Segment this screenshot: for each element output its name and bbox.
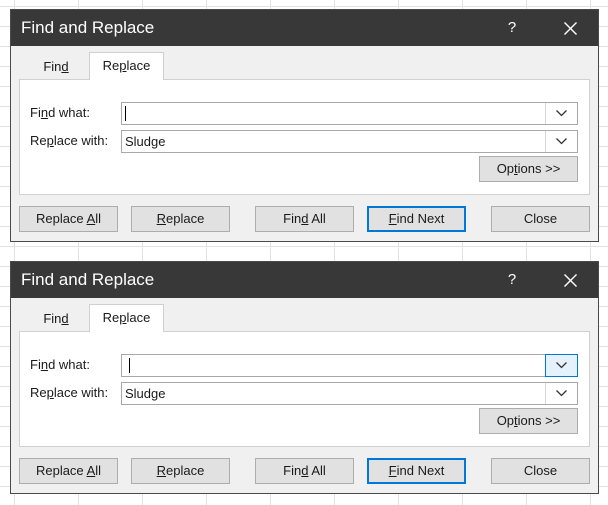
find-what-dropdown-button[interactable] bbox=[545, 354, 578, 377]
replace-all-button[interactable]: Replace All bbox=[19, 206, 118, 232]
replace-all-button[interactable]: Replace All bbox=[19, 458, 118, 484]
text-caret bbox=[125, 106, 126, 121]
replace-with-input[interactable]: Sludge bbox=[121, 130, 578, 153]
find-what-label-text: Fi bbox=[30, 357, 41, 372]
find-what-input[interactable] bbox=[121, 102, 578, 125]
tab-replace-label-rest: lace bbox=[126, 310, 151, 325]
options-label: Op bbox=[496, 161, 515, 176]
options-label-rest: ions >> bbox=[517, 161, 561, 176]
tab-replace-label: Re bbox=[102, 310, 120, 325]
tab-find-accesskey: d bbox=[61, 59, 69, 74]
chevron-down-icon bbox=[556, 362, 567, 369]
tab-find-label: Fin bbox=[43, 59, 62, 74]
replace-with-accesskey: p bbox=[46, 385, 54, 400]
find-all-button[interactable]: Find All bbox=[255, 206, 354, 232]
close-window-button[interactable] bbox=[556, 262, 584, 298]
tab-find[interactable]: Find bbox=[19, 306, 93, 331]
find-next-accesskey: F bbox=[388, 463, 397, 478]
find-what-label: Find what: bbox=[30, 105, 90, 121]
find-next-button[interactable]: Find Next bbox=[367, 458, 466, 484]
replace-with-accesskey: p bbox=[46, 133, 54, 148]
find-what-accesskey: n bbox=[40, 357, 49, 372]
find-next-accesskey: F bbox=[388, 211, 397, 226]
find-what-label-rest: d what: bbox=[48, 105, 90, 120]
options-label: Op bbox=[496, 413, 515, 428]
replace-with-label: Replace with: bbox=[30, 385, 108, 401]
find-next-label-rest: ind Next bbox=[396, 211, 445, 226]
find-all-label-rest: All bbox=[308, 211, 326, 226]
help-button[interactable]: ? bbox=[501, 262, 523, 298]
replace-with-label: Replace with: bbox=[30, 133, 108, 149]
dialog-title: Find and Replace bbox=[21, 18, 155, 37]
close-icon bbox=[564, 274, 577, 287]
replace-with-label-text: Re bbox=[30, 133, 47, 148]
find-what-label-text: Fi bbox=[30, 105, 41, 120]
options-button[interactable]: Options >> bbox=[479, 156, 578, 182]
replace-with-label-rest: lace with: bbox=[53, 133, 109, 148]
replace-all-label-rest: ll bbox=[95, 211, 102, 226]
tab-find-accesskey: d bbox=[61, 311, 69, 326]
close-label: Close bbox=[523, 463, 558, 478]
find-next-button[interactable]: Find Next bbox=[367, 206, 466, 232]
close-button[interactable]: Close bbox=[491, 458, 590, 484]
close-label: Close bbox=[523, 211, 558, 226]
find-all-label: Fin bbox=[283, 463, 302, 478]
find-replace-dialog-2: Find and Replace ? Find Replace Find wha… bbox=[10, 261, 599, 494]
replace-button[interactable]: Replace bbox=[131, 458, 230, 484]
tab-find-label: Fin bbox=[43, 311, 62, 326]
find-what-label: Find what: bbox=[30, 357, 90, 373]
find-all-button[interactable]: Find All bbox=[255, 458, 354, 484]
replace-accesskey: R bbox=[156, 463, 167, 478]
find-all-label-rest: All bbox=[308, 463, 326, 478]
close-window-button[interactable] bbox=[556, 10, 584, 46]
text-caret bbox=[129, 358, 130, 373]
help-button[interactable]: ? bbox=[501, 10, 523, 46]
chevron-down-icon bbox=[556, 110, 567, 117]
close-button[interactable]: Close bbox=[491, 206, 590, 232]
tab-replace-label-rest: lace bbox=[126, 58, 151, 73]
find-what-dropdown-button[interactable] bbox=[545, 103, 577, 124]
tab-replace[interactable]: Replace bbox=[89, 304, 164, 332]
replace-all-accesskey: A bbox=[86, 211, 96, 226]
replace-with-label-text: Re bbox=[30, 385, 47, 400]
tab-replace-accesskey: p bbox=[119, 58, 127, 73]
find-what-accesskey: n bbox=[40, 105, 49, 120]
replace-all-label: Replace bbox=[35, 463, 87, 478]
find-what-input[interactable] bbox=[121, 354, 578, 377]
tab-replace-accesskey: p bbox=[119, 310, 127, 325]
replace-all-label-rest: ll bbox=[95, 463, 102, 478]
tab-replace[interactable]: Replace bbox=[89, 52, 164, 80]
chevron-down-icon bbox=[556, 390, 567, 397]
replace-with-input[interactable]: Sludge bbox=[121, 382, 578, 405]
chevron-down-icon bbox=[556, 138, 567, 145]
replace-with-dropdown-button[interactable] bbox=[545, 383, 577, 404]
options-label-rest: ions >> bbox=[517, 413, 561, 428]
find-all-label: Fin bbox=[283, 211, 302, 226]
replace-button[interactable]: Replace bbox=[131, 206, 230, 232]
replace-label-rest: eplace bbox=[166, 211, 205, 226]
tab-find[interactable]: Find bbox=[19, 54, 93, 79]
replace-with-dropdown-button[interactable] bbox=[545, 131, 577, 152]
tab-replace-label: Re bbox=[102, 58, 120, 73]
title-bar: Find and Replace ? bbox=[11, 262, 598, 298]
replace-with-value: Sludge bbox=[125, 386, 166, 401]
find-what-label-rest: d what: bbox=[48, 357, 90, 372]
find-replace-dialog-1: Find and Replace ? Find Replace Find wha… bbox=[10, 9, 599, 242]
find-next-label-rest: ind Next bbox=[396, 463, 445, 478]
replace-with-value: Sludge bbox=[125, 134, 166, 149]
replace-with-label-rest: lace with: bbox=[53, 385, 109, 400]
replace-all-accesskey: A bbox=[86, 463, 96, 478]
replace-all-label: Replace bbox=[35, 211, 87, 226]
replace-label-rest: eplace bbox=[166, 463, 205, 478]
close-icon bbox=[564, 22, 577, 35]
title-bar: Find and Replace ? bbox=[11, 10, 598, 46]
options-button[interactable]: Options >> bbox=[479, 408, 578, 434]
replace-accesskey: R bbox=[156, 211, 167, 226]
dialog-title: Find and Replace bbox=[21, 270, 155, 289]
